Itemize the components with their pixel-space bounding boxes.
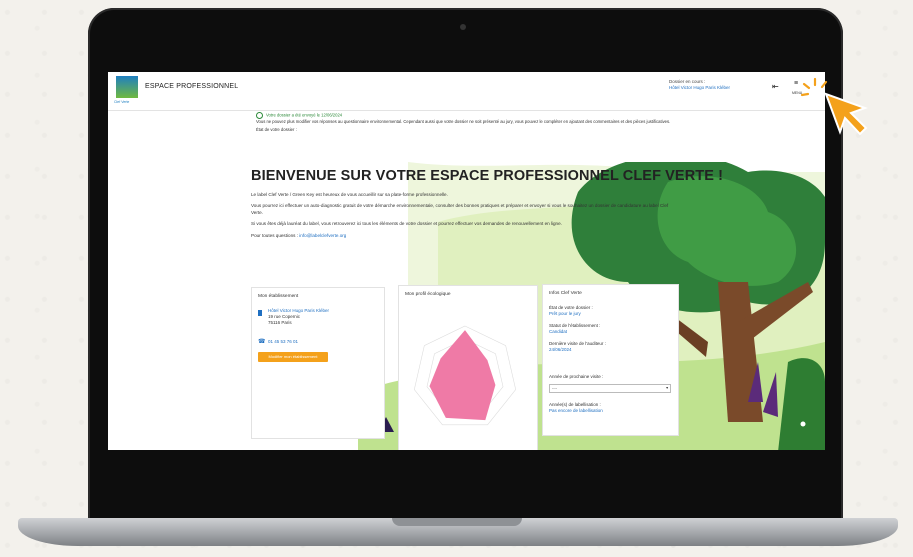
years-label: Année(s) de labellisation : (549, 402, 601, 407)
current-dossier: Dossier en cours : Hôtel Victor Hugo Par… (669, 79, 769, 91)
visit-label: Dernière visite de l'auditeur : (549, 341, 606, 346)
page-title: BIENVENUE SUR VOTRE ESPACE PROFESSIONNEL… (251, 168, 724, 184)
contact-email-link[interactable]: info@labelclefverte.org (299, 233, 346, 238)
establishment-title: Mon établissement (258, 294, 299, 299)
notice-state: État de votre dossier : (256, 127, 297, 132)
dossier-notice: Votre dossier a été envoyé le 12/06/2024… (256, 112, 696, 133)
chevron-down-icon: ▾ (666, 386, 668, 390)
next-visit-label: Année de prochaine visite : (549, 374, 604, 379)
welcome-section: BIENVENUE SUR VOTRE ESPACE PROFESSIONNEL… (251, 168, 724, 239)
info-card: Infos Clef Verte État de votre dossier :… (542, 284, 679, 436)
establishment-city: 75116 Paris (268, 320, 292, 325)
pointer-cursor-icon (824, 92, 868, 136)
logo-caption: Clef Verte (114, 100, 130, 104)
state-value: Prêt pour le jury (549, 311, 581, 316)
status-label: Statut de l'établissement : (549, 323, 601, 328)
edit-establishment-button[interactable]: Modifier mon établissement (258, 352, 328, 362)
radar-chart (413, 325, 517, 426)
info-title: Infos Clef Verte (549, 291, 582, 296)
welcome-paragraph-2: Vous pourrez ici effectuer un auto-diagn… (251, 203, 669, 215)
establishment-card: Mon établissement Hôtel Victor Hugo Pari… (251, 287, 385, 439)
contact-prefix: Pour toutes questions : (251, 232, 298, 238)
profile-title: Mon profil écologique (405, 292, 451, 297)
logout-icon[interactable]: ⇤ (772, 82, 779, 91)
welcome-paragraph-3: Si vous êtes déjà lauréat du label, vous… (251, 221, 562, 227)
notice-status: Votre dossier a été envoyé le 12/06/2024 (266, 112, 343, 118)
app-title: ESPACE PROFESSIONNEL (145, 83, 239, 90)
next-visit-select[interactable]: ---- ▾ (549, 384, 671, 393)
welcome-paragraph-1: Le label Clef Verte / Green Key est heur… (251, 192, 448, 197)
laptop-notch (392, 518, 522, 526)
camera-icon (460, 24, 466, 30)
hamburger-icon[interactable]: ≡ (794, 80, 798, 87)
next-visit-value: ---- (552, 386, 558, 390)
contact-line: Pour toutes questions : info@labelclefve… (251, 233, 681, 239)
radar-series-shape (429, 330, 496, 421)
years-value: Pas encore de labellisation (549, 408, 603, 413)
clef-verte-logo[interactable] (116, 76, 138, 98)
browser-screen: Clef Verte ESPACE PROFESSIONNEL Dossier … (108, 72, 825, 450)
ecological-profile-card: Mon profil écologique (398, 285, 538, 450)
establishment-address: Hôtel Victor Hugo Paris Kléber 19 rue Co… (268, 308, 329, 326)
building-icon (258, 310, 262, 316)
state-label: État de votre dossier : (549, 305, 593, 310)
dossier-link[interactable]: Hôtel Victor Hugo Paris Kléber (669, 85, 769, 91)
app-header: Clef Verte ESPACE PROFESSIONNEL Dossier … (108, 72, 825, 111)
visit-value: 24/06/2024 (549, 347, 572, 352)
notice-body: Vous ne pouvez plus modifier vos réponse… (256, 119, 671, 124)
check-circle-icon (256, 112, 263, 119)
phone-icon: ☎ (258, 339, 266, 345)
establishment-phone[interactable]: 01 45 53 76 01 (268, 339, 298, 344)
status-value: Candidat (549, 329, 568, 334)
